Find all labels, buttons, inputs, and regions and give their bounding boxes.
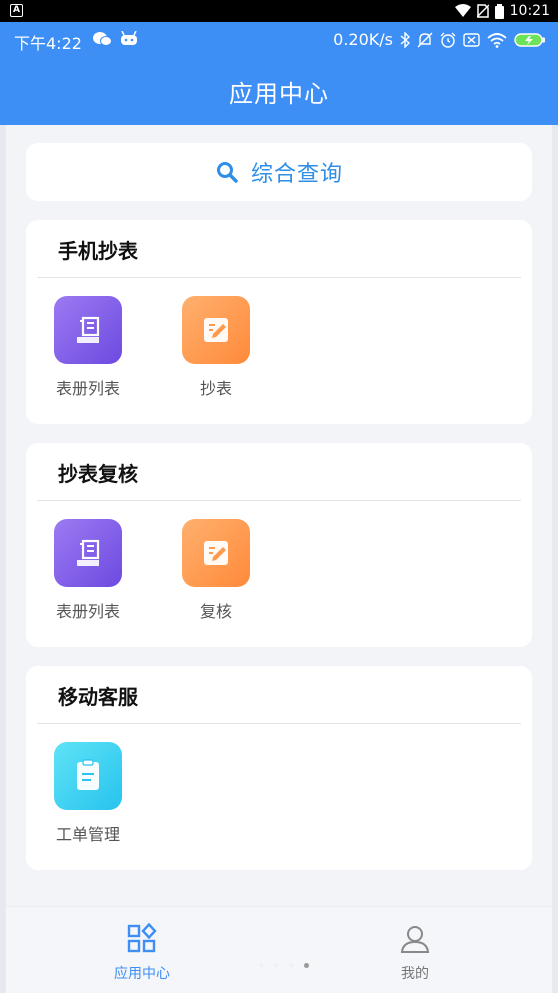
app-status-row: 下午4:22 0.20K/s [0, 30, 558, 53]
tab-label: 应用中心 [114, 966, 170, 982]
system-status-icons: 10:21 [454, 2, 550, 20]
edit-note-icon [204, 541, 228, 565]
app-header: 下午4:22 0.20K/s 应用中心 [0, 22, 558, 125]
alarm-icon [440, 32, 456, 48]
status-left-icons [92, 31, 138, 47]
section-divider [37, 277, 521, 278]
app-review[interactable]: 复核 [171, 519, 261, 622]
app-label: 表册列表 [55, 379, 120, 398]
app-book-list[interactable]: 表册列表 [43, 519, 133, 622]
sim-off-icon [463, 32, 480, 47]
work-order-icon [77, 759, 99, 790]
tab-label: 我的 [401, 966, 429, 982]
book-list-icon [77, 316, 100, 343]
bot-icon [121, 31, 137, 45]
app-meter-read[interactable]: 抄表 [171, 296, 261, 399]
user-icon [400, 926, 430, 953]
app-book-list[interactable]: 表册列表 [43, 296, 133, 399]
status-right-icons: 0.20K/s [333, 30, 546, 49]
content-right-edge [552, 125, 558, 993]
app-tile [182, 519, 250, 587]
section-divider [37, 723, 521, 724]
bluetooth-icon [400, 31, 410, 48]
search-icon [216, 162, 238, 183]
wifi-icon [487, 32, 507, 48]
wifi-signal-icon [454, 4, 471, 17]
tab-mine[interactable]: 我的 [355, 923, 475, 983]
app-label: 表册列表 [55, 602, 120, 621]
section-divider [37, 500, 521, 501]
page-title: 应用中心 [229, 80, 329, 108]
network-speed: 0.20K/s [333, 30, 393, 49]
app-label: 复核 [199, 602, 232, 621]
section-title: 抄表复核 [58, 462, 138, 486]
grid-apps-icon [127, 922, 157, 953]
section-card-meter-reading: 手机抄表 表册列表 抄表 [26, 220, 532, 424]
section-title: 手机抄表 [58, 239, 138, 263]
app-tile [182, 296, 250, 364]
search-label: 综合查询 [250, 162, 343, 187]
mute-bell-icon [417, 32, 433, 47]
page-indicator [259, 963, 309, 968]
app-label: 工单管理 [55, 825, 120, 844]
no-sim-icon [476, 4, 489, 18]
edit-note-icon [204, 318, 228, 342]
app-tile [54, 742, 122, 810]
system-status-bar: A 10:21 [0, 0, 558, 22]
bottom-tab-bar: 应用中心 我的 [6, 906, 552, 993]
tab-app-center[interactable]: 应用中心 [82, 922, 202, 983]
status-time: 下午4:22 [14, 34, 82, 53]
notification-a-icon: A [10, 4, 23, 17]
wechat-icon [93, 32, 112, 46]
content-left-edge [0, 125, 6, 993]
app-label: 抄表 [199, 379, 232, 398]
search-button[interactable]: 综合查询 [26, 143, 532, 201]
section-title: 移动客服 [58, 685, 138, 709]
system-clock: 10:21 [509, 3, 550, 19]
book-list-icon [77, 539, 100, 566]
section-card-reading-review: 抄表复核 表册列表 复核 [26, 443, 532, 647]
app-tile [54, 519, 122, 587]
section-card-mobile-service: 移动客服 工单管理 [26, 666, 532, 870]
app-tile [54, 296, 122, 364]
app-work-order[interactable]: 工单管理 [43, 742, 133, 845]
charging-battery-icon [514, 32, 545, 47]
battery-icon [494, 3, 504, 19]
